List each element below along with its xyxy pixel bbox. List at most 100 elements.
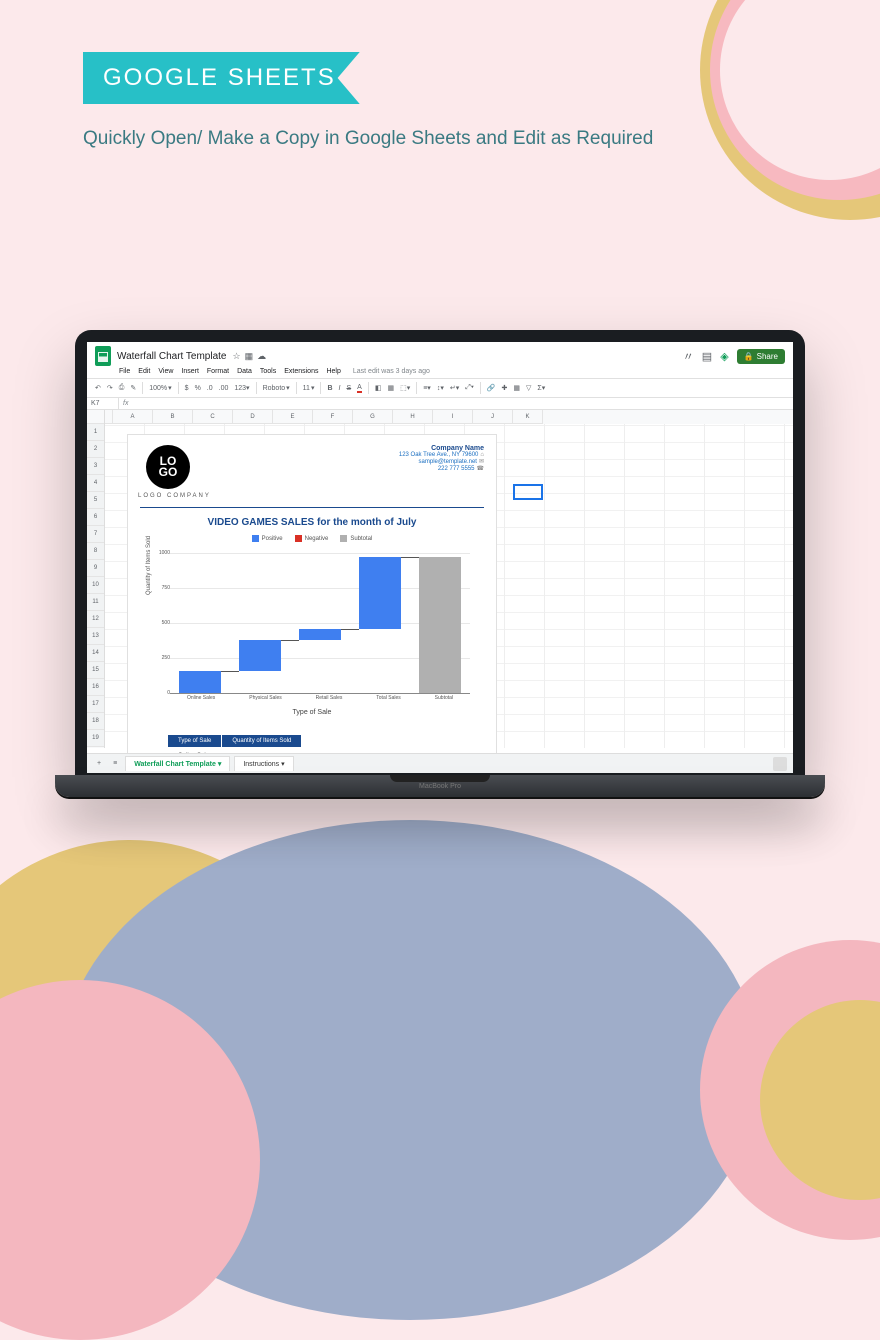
screen: Waterfall Chart Template ☆ ▦ ☁ 〃 ▤ ◈ 🔒 S… <box>87 342 793 773</box>
sheets-icon[interactable] <box>95 346 111 366</box>
menu-data[interactable]: Data <box>237 368 252 375</box>
company-name: Company Name <box>399 445 484 452</box>
fontsize-select[interactable]: 11 ▾ <box>303 384 315 392</box>
italic-icon[interactable]: I <box>339 385 341 392</box>
bars <box>170 553 470 693</box>
functions-icon[interactable]: Σ▾ <box>537 384 545 392</box>
print-icon[interactable]: ⎙ <box>119 384 125 392</box>
comment-icon[interactable]: ▤ <box>702 350 712 363</box>
data-table-header: Type of Sale Quantity of Items Sold <box>168 735 302 747</box>
filter-icon[interactable]: ▽ <box>526 384 531 392</box>
legend-label: Subtotal <box>350 536 372 542</box>
chart-title: VIDEO GAMES SALES for the month of July <box>128 517 496 528</box>
cell-ref[interactable]: K7 <box>87 398 119 409</box>
legend-swatch <box>252 535 259 542</box>
lock-icon: 🔒 <box>744 352 754 361</box>
last-edit[interactable]: Last edit was 3 days ago <box>353 368 430 375</box>
legend: Positive Negative Subtotal <box>128 535 496 542</box>
laptop-label: MacBook Pro <box>419 783 461 790</box>
tab-strip: + ≡ Waterfall Chart Template ▾ Instructi… <box>87 753 793 773</box>
logo: LO GO <box>146 445 190 489</box>
chart-icon[interactable]: ▦ <box>513 384 520 392</box>
legend-swatch <box>295 535 302 542</box>
share-button[interactable]: 🔒 Share <box>737 349 785 364</box>
divider <box>140 507 484 508</box>
valign-icon[interactable]: ↕▾ <box>437 384 444 392</box>
tab-active[interactable]: Waterfall Chart Template ▾ <box>125 756 230 771</box>
bold-icon[interactable]: B <box>327 385 332 392</box>
company-phone: 222 777 5555 <box>438 466 475 472</box>
toolbar: ↶ ↷ ⎙ ✎ 100% ▾ $ % .0 .00 123▾ Roboto ▾ … <box>87 378 793 398</box>
laptop-screen-bezel: Waterfall Chart Template ☆ ▦ ☁ 〃 ▤ ◈ 🔒 S… <box>75 330 805 775</box>
legend-label: Negative <box>305 536 329 542</box>
inc-icon[interactable]: .00 <box>219 385 229 392</box>
banner: GOOGLE SHEETS <box>83 52 360 104</box>
x-ticks: Online Sales Physical Sales Retail Sales… <box>170 695 470 701</box>
th: Quantity of Items Sold <box>222 735 302 747</box>
dec-icon[interactable]: .0 <box>207 385 213 392</box>
merge-icon[interactable]: ⬚▾ <box>400 384 410 392</box>
folder-icon[interactable]: ▦ <box>245 351 254 362</box>
menubar: File Edit View Insert Format Data Tools … <box>87 366 793 378</box>
grid[interactable]: 12345678910111213141516171819 A B C D E … <box>87 410 793 748</box>
phone-icon: ☎ <box>477 466 484 472</box>
fill-icon[interactable]: ◧ <box>375 384 382 392</box>
menu-view[interactable]: View <box>158 368 173 375</box>
comment-add-icon[interactable]: ✚ <box>502 384 508 392</box>
column-headers: A B C D E F G H I J K <box>105 410 793 424</box>
all-sheets-button[interactable]: ≡ <box>109 760 121 767</box>
menu-file[interactable]: File <box>119 368 130 375</box>
th: Type of Sale <box>168 735 222 747</box>
link-icon[interactable]: 🔗 <box>487 384 496 392</box>
menu-tools[interactable]: Tools <box>260 368 276 375</box>
share-label: Share <box>757 352 778 361</box>
legend-label: Positive <box>262 536 283 542</box>
meet-icon[interactable]: ◈ <box>720 350 728 363</box>
history-icon[interactable]: 〃 <box>683 348 694 364</box>
cloud-icon[interactable]: ☁ <box>257 351 266 362</box>
bar <box>419 557 461 693</box>
zoom-select[interactable]: 100% ▾ <box>149 384 171 392</box>
rotate-icon[interactable]: ⤢▾ <box>465 384 474 392</box>
paint-icon[interactable]: ✎ <box>130 384 136 392</box>
text-color-icon[interactable]: A <box>357 384 362 393</box>
border-icon[interactable]: ▦ <box>387 384 394 392</box>
fx-label: fx <box>119 398 132 409</box>
x-axis-label: Type of Sale <box>128 709 496 716</box>
doc-title-icons: ☆ ▦ ☁ <box>233 351 267 362</box>
menu-help[interactable]: Help <box>326 368 340 375</box>
currency-icon[interactable]: $ <box>185 385 189 392</box>
menu-format[interactable]: Format <box>207 368 229 375</box>
doc-title[interactable]: Waterfall Chart Template <box>117 351 227 362</box>
bar <box>359 557 401 628</box>
tab-instructions[interactable]: Instructions ▾ <box>234 756 293 771</box>
laptop: Waterfall Chart Template ☆ ▦ ☁ 〃 ▤ ◈ 🔒 S… <box>55 330 825 797</box>
menu-insert[interactable]: Insert <box>181 368 199 375</box>
bar <box>179 671 221 693</box>
y-ticks: 1000 750 500 250 0 <box>156 553 170 693</box>
menu-edit[interactable]: Edit <box>138 368 150 375</box>
percent-icon[interactable]: % <box>195 385 201 392</box>
halign-icon[interactable]: ≡▾ <box>423 384 431 392</box>
legend-swatch <box>340 535 347 542</box>
explore-button[interactable] <box>773 757 787 771</box>
selected-cell[interactable] <box>513 484 543 500</box>
bar <box>299 629 341 640</box>
redo-icon[interactable]: ↷ <box>107 384 113 392</box>
plot <box>170 553 470 693</box>
add-sheet-button[interactable]: + <box>93 760 105 767</box>
cell-area[interactable]: LO GO LOGO COMPANY Company Name 123 Oak … <box>105 424 793 748</box>
font-select[interactable]: Roboto ▾ <box>263 384 290 392</box>
logo-caption: LOGO COMPANY <box>138 493 211 499</box>
strike-icon[interactable]: S <box>346 385 351 392</box>
formula-bar: K7 fx <box>87 398 793 410</box>
company-info: Company Name 123 Oak Tree Ave., NY 79600… <box>399 445 484 472</box>
undo-icon[interactable]: ↶ <box>95 384 101 392</box>
star-icon[interactable]: ☆ <box>233 351 241 362</box>
more-format-icon[interactable]: 123▾ <box>234 384 249 392</box>
subtitle: Quickly Open/ Make a Copy in Google Shee… <box>83 128 653 150</box>
wrap-icon[interactable]: ↵▾ <box>450 384 459 392</box>
document-page: LO GO LOGO COMPANY Company Name 123 Oak … <box>127 434 497 773</box>
y-axis-label: Quantity of Items Sold <box>146 536 152 595</box>
menu-extensions[interactable]: Extensions <box>284 368 318 375</box>
